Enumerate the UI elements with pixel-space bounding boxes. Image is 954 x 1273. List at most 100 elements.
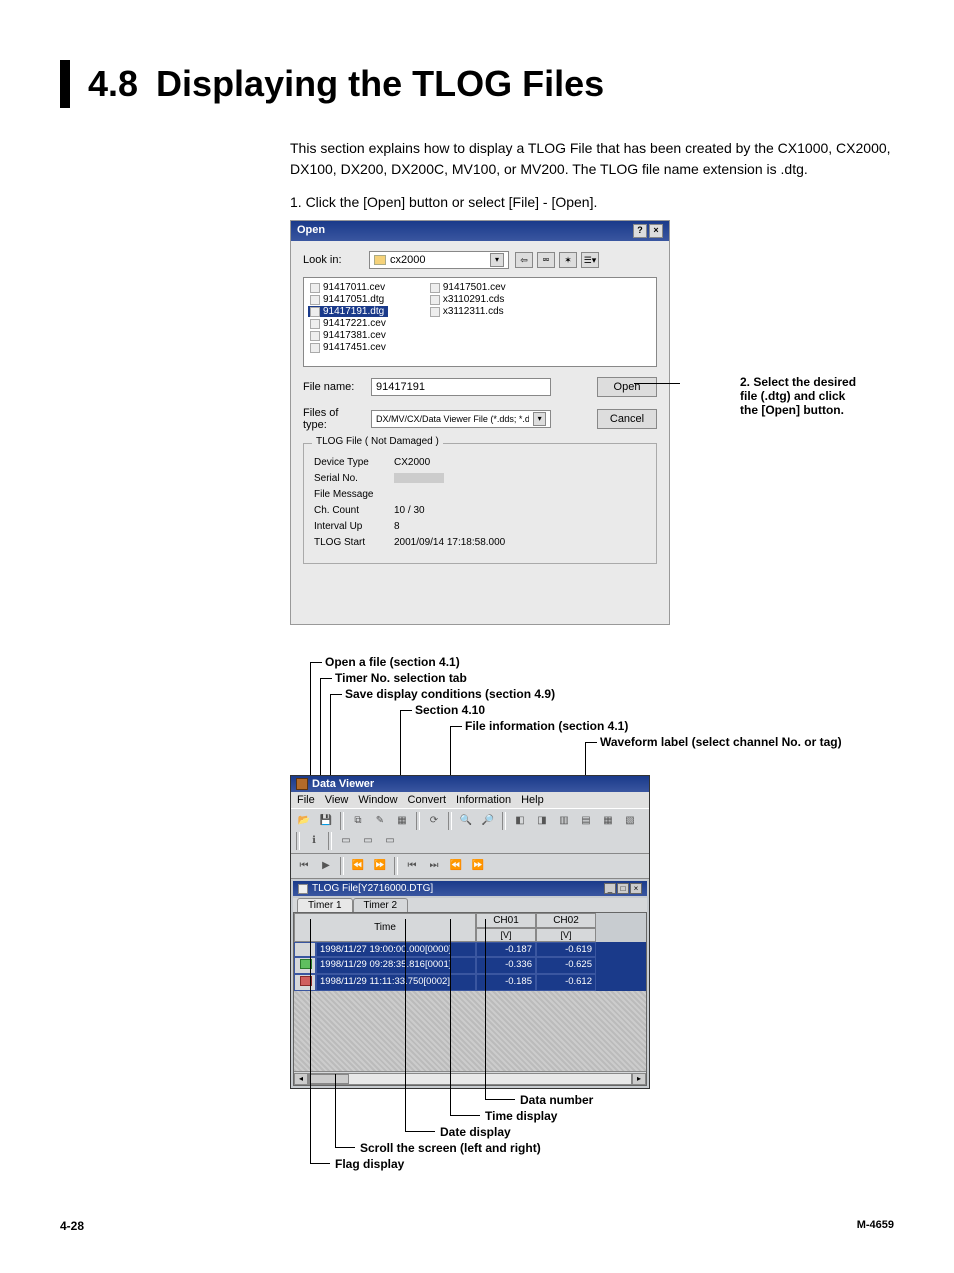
file-item[interactable]: 91417501.cev: [428, 282, 508, 293]
col-ch02[interactable]: CH02: [536, 913, 596, 928]
upper-annotations: Open a file (section 4.1) Timer No. sele…: [290, 655, 894, 775]
scroll-track[interactable]: [308, 1073, 632, 1085]
col-time[interactable]: Time: [294, 913, 476, 942]
back-icon[interactable]: ⇦: [515, 252, 533, 268]
toolbar-secondary: ⏮ ▶ ⏪ ⏩ ⏮ ⏭ ⏪ ⏩: [291, 854, 649, 879]
file-info-group: TLOG File ( Not Damaged ) Device TypeCX2…: [303, 443, 657, 564]
view-menu-icon[interactable]: ☰▾: [581, 252, 599, 268]
lookin-label: Look in:: [303, 254, 363, 266]
file-item-selected[interactable]: 91417191.dtg: [308, 306, 388, 317]
data-viewer-app: Data Viewer File View Window Convert Inf…: [290, 775, 650, 1089]
file-icon: [310, 295, 320, 305]
close-icon[interactable]: ×: [630, 883, 642, 894]
anno-scroll: Scroll the screen (left and right): [360, 1141, 541, 1155]
tool-icon[interactable]: ⧉: [348, 812, 368, 830]
value-cell: -0.619: [536, 942, 596, 957]
file-icon: [310, 331, 320, 341]
tool-icon[interactable]: ▦: [598, 812, 618, 830]
data-grid: Time CH01 CH02 [V] [V] 1998/11/27 19:00:…: [293, 912, 647, 1086]
flag-cell: [294, 957, 316, 974]
cancel-button[interactable]: Cancel: [597, 409, 657, 429]
help-icon[interactable]: ?: [633, 224, 647, 238]
tool-icon[interactable]: ▧: [620, 812, 640, 830]
open-button[interactable]: Open: [597, 377, 657, 397]
app-icon: [296, 778, 308, 790]
file-item[interactable]: 91417381.cev: [308, 330, 388, 341]
tool-icon[interactable]: ▤: [576, 812, 596, 830]
up-folder-icon[interactable]: ⮹: [537, 252, 555, 268]
menu-information[interactable]: Information: [456, 794, 511, 806]
file-list[interactable]: 91417011.cev 91417051.dtg 91417191.dtg 9…: [303, 277, 657, 367]
maximize-icon[interactable]: □: [617, 883, 629, 894]
doc-title-text: TLOG File[Y2716000.DTG]: [312, 883, 433, 894]
page-number: 4-28: [60, 1219, 84, 1233]
scroll-thumb[interactable]: [309, 1074, 349, 1084]
minimize-icon[interactable]: _: [604, 883, 616, 894]
close-icon[interactable]: ×: [649, 224, 663, 238]
nav-icon[interactable]: ⏪: [446, 857, 466, 875]
intro-paragraph: This section explains how to display a T…: [290, 138, 894, 180]
file-item[interactable]: 91417051.dtg: [308, 294, 388, 305]
anno-file-info: File information (section 4.1): [465, 719, 628, 733]
new-folder-icon[interactable]: ✶: [559, 252, 577, 268]
refresh-icon[interactable]: ⟳: [424, 812, 444, 830]
value-cell: -0.625: [536, 957, 596, 974]
filetype-dropdown[interactable]: DX/MV/CX/Data Viewer File (*.dds; *.dev;…: [371, 410, 551, 428]
table-row[interactable]: 1998/11/27 19:00:00.000[0000] -0.187 -0.…: [294, 942, 646, 957]
menu-convert[interactable]: Convert: [408, 794, 447, 806]
tool-icon[interactable]: ▭: [336, 832, 356, 850]
h-scrollbar[interactable]: ◂ ▸: [294, 1071, 646, 1085]
open-icon[interactable]: 📂: [294, 812, 314, 830]
group-title: TLOG File ( Not Damaged ): [312, 436, 443, 447]
nav-icon[interactable]: ⏪: [348, 857, 368, 875]
file-item[interactable]: x3112311.cds: [428, 306, 508, 317]
file-icon: [430, 283, 440, 293]
lookin-value: cx2000: [390, 254, 425, 266]
nav-next-icon[interactable]: ▶: [316, 857, 336, 875]
info-icon[interactable]: ℹ: [304, 832, 324, 850]
tool-icon[interactable]: ✎: [370, 812, 390, 830]
menubar: File View Window Convert Information Hel…: [291, 792, 649, 808]
menu-window[interactable]: Window: [358, 794, 397, 806]
tool-icon[interactable]: ▭: [358, 832, 378, 850]
tab-timer-2[interactable]: Timer 2: [353, 898, 409, 912]
file-item[interactable]: 91417451.cev: [308, 342, 388, 353]
file-item[interactable]: 91417221.cev: [308, 318, 388, 329]
save-icon[interactable]: 💾: [316, 812, 336, 830]
lookin-dropdown[interactable]: cx2000 ▾: [369, 251, 509, 269]
tool-icon[interactable]: ◧: [510, 812, 530, 830]
nav-icon[interactable]: ⏩: [370, 857, 390, 875]
nav-icon[interactable]: ⏩: [468, 857, 488, 875]
table-row[interactable]: 1998/11/29 11:11:33.750[0002] -0.185 -0.…: [294, 974, 646, 991]
zoom-out-icon[interactable]: 🔎: [478, 812, 498, 830]
menu-file[interactable]: File: [297, 794, 315, 806]
tool-icon[interactable]: ▥: [554, 812, 574, 830]
tool-icon[interactable]: ▦: [392, 812, 412, 830]
heading-accent-bar: [60, 60, 70, 108]
file-item[interactable]: 91417011.cev: [308, 282, 388, 293]
filename-input[interactable]: [371, 378, 551, 396]
scroll-right-icon[interactable]: ▸: [632, 1073, 646, 1085]
time-cell: 1998/11/29 11:11:33.750[0002]: [316, 974, 476, 991]
menu-view[interactable]: View: [325, 794, 349, 806]
chevron-down-icon[interactable]: ▾: [490, 253, 504, 267]
file-item[interactable]: x3110291.cds: [428, 294, 508, 305]
tool-icon[interactable]: ◨: [532, 812, 552, 830]
filename-label: File name:: [303, 381, 363, 393]
info-key: Ch. Count: [314, 505, 394, 516]
filetype-label: Files of type:: [303, 407, 363, 431]
zoom-in-icon[interactable]: 🔍: [456, 812, 476, 830]
tab-timer-1[interactable]: Timer 1: [297, 898, 353, 912]
nav-icon[interactable]: ⏭: [424, 857, 444, 875]
info-key: File Message: [314, 489, 394, 500]
info-key: TLOG Start: [314, 537, 394, 548]
flag-cell: [294, 942, 316, 957]
tool-icon[interactable]: ▭: [380, 832, 400, 850]
table-row[interactable]: 1998/11/29 09:28:35.816[0001] -0.336 -0.…: [294, 957, 646, 974]
nav-first-icon[interactable]: ⏮: [294, 857, 314, 875]
scroll-left-icon[interactable]: ◂: [294, 1073, 308, 1085]
menu-help[interactable]: Help: [521, 794, 544, 806]
nav-icon[interactable]: ⏮: [402, 857, 422, 875]
anno-data-number: Data number: [520, 1093, 593, 1107]
chevron-down-icon[interactable]: ▾: [533, 412, 546, 426]
